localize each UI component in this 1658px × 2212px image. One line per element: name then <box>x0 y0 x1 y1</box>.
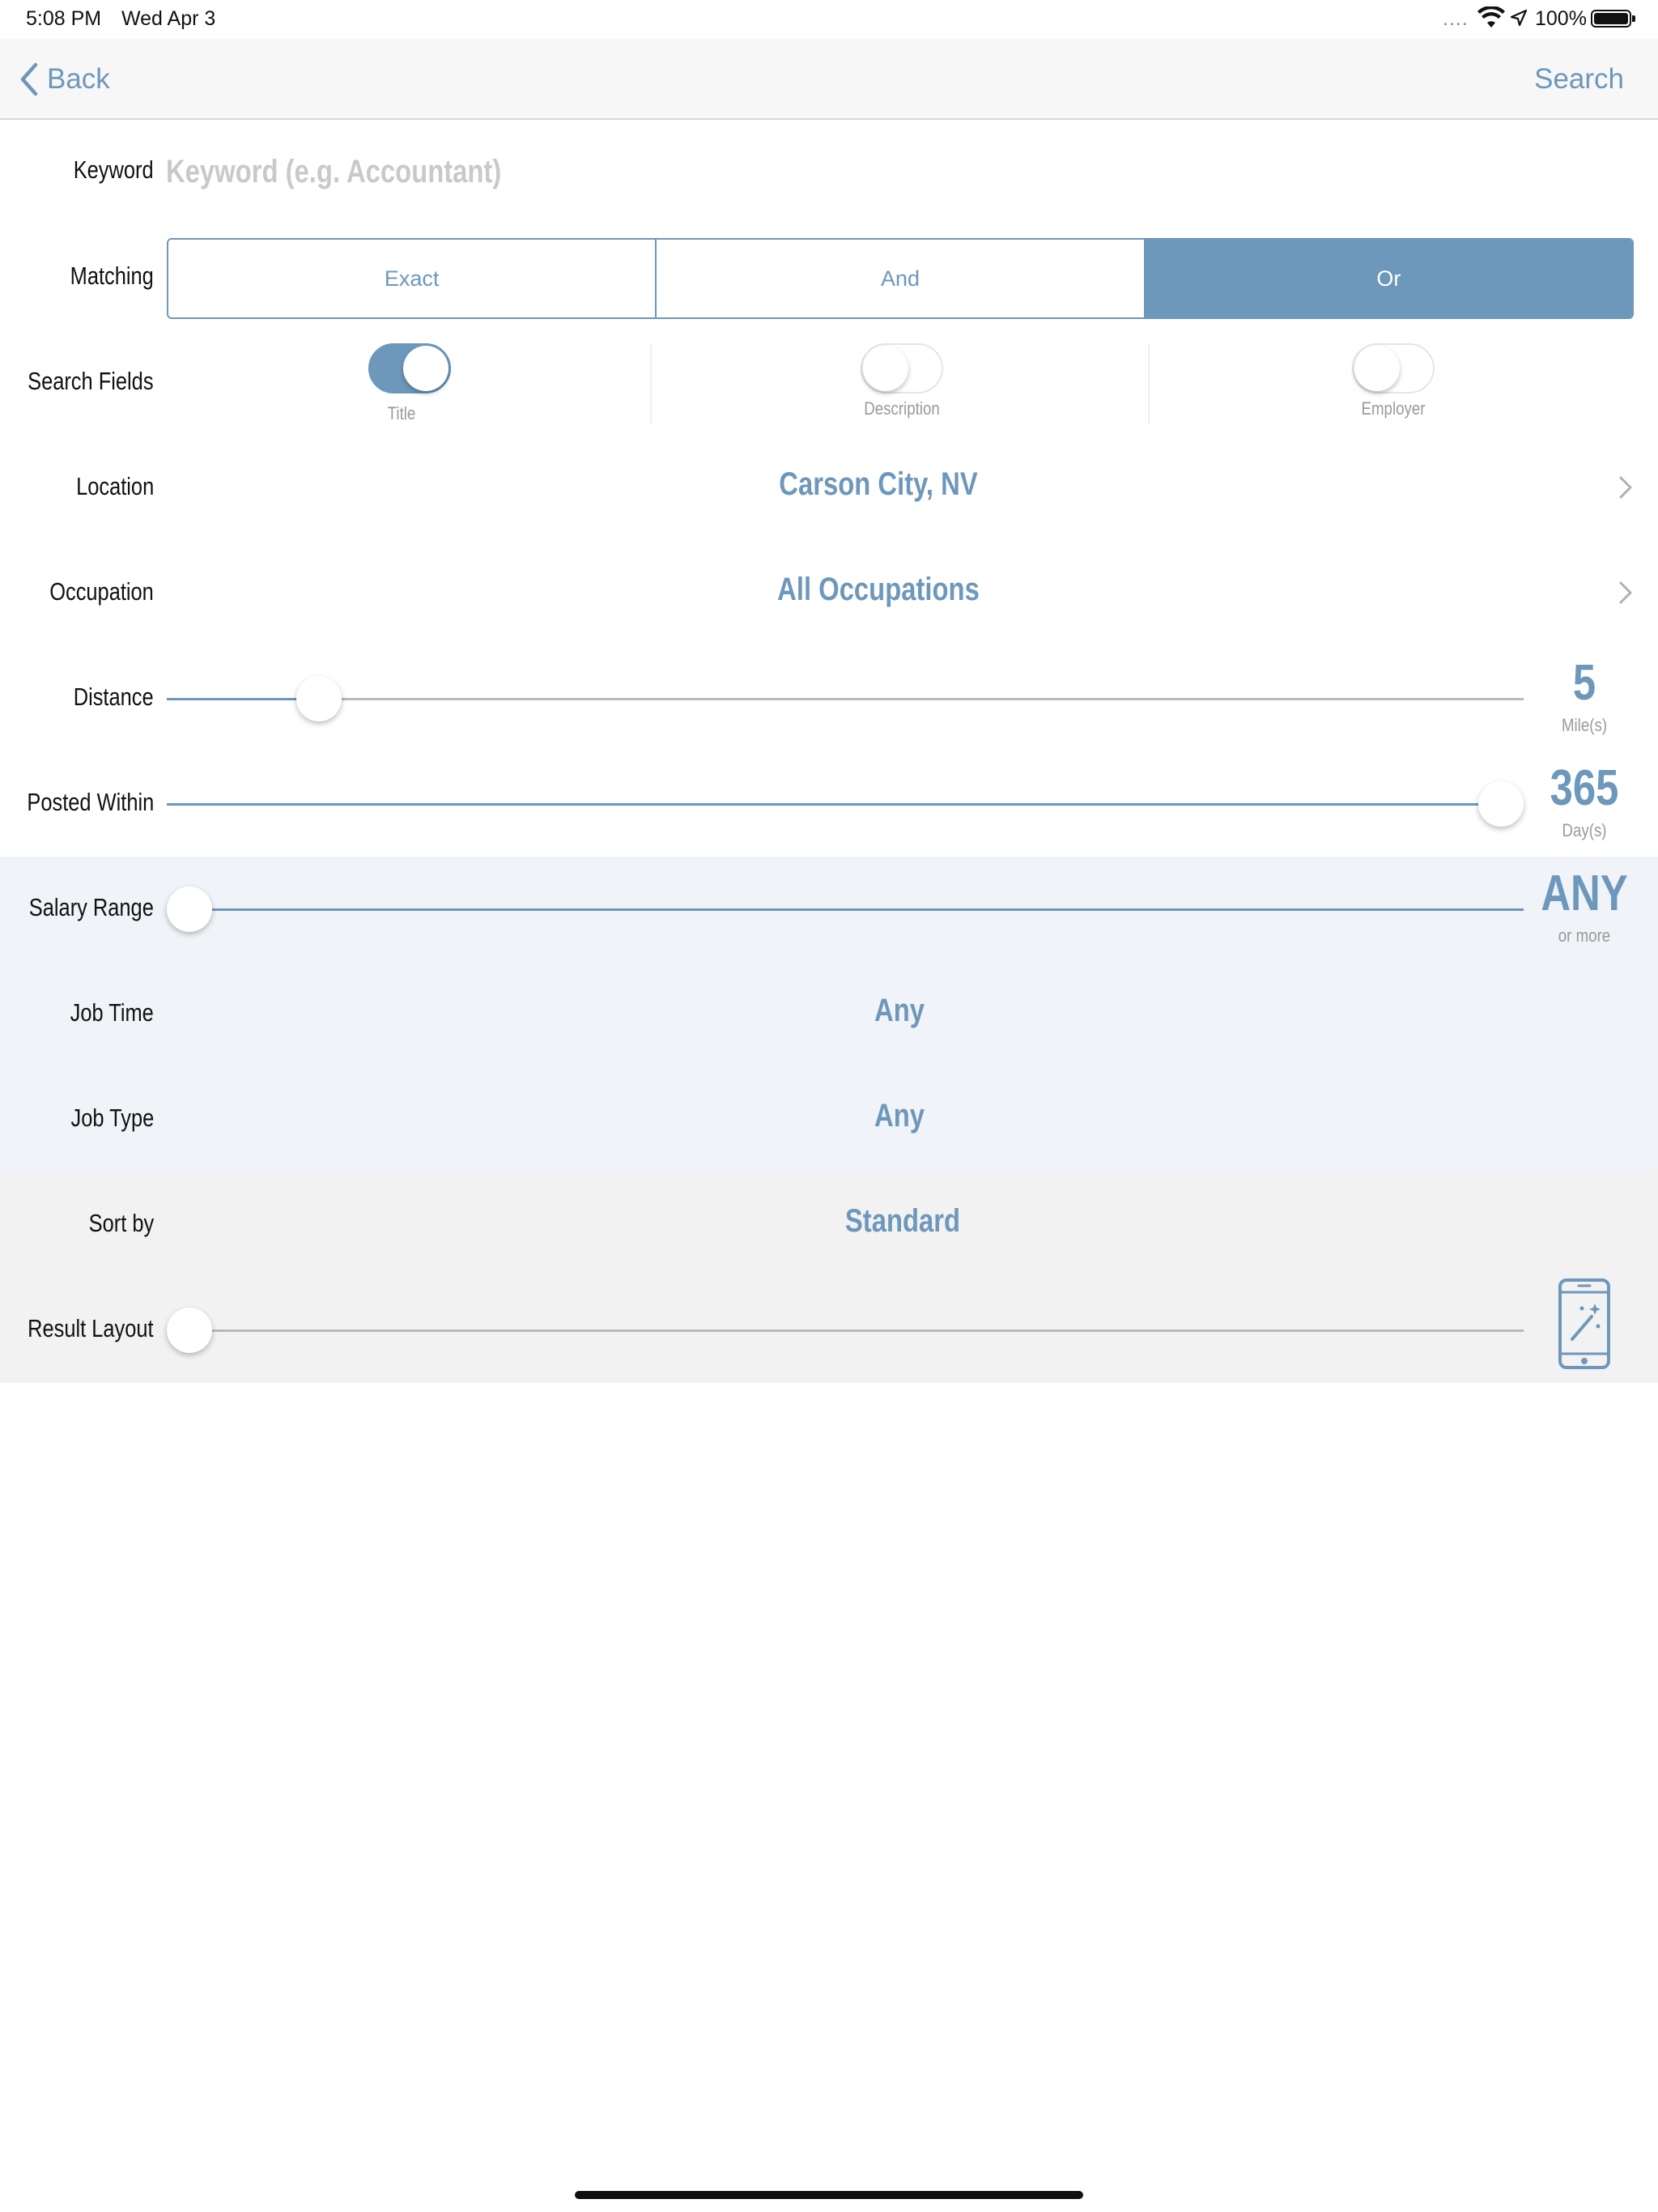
status-date: Wed Apr 3 <box>121 7 216 30</box>
posted-within-slider-thumb[interactable] <box>1478 781 1524 827</box>
job-time-value[interactable]: Any <box>298 993 1501 1029</box>
matching-option-exact[interactable]: Exact <box>168 240 657 317</box>
salary-range-slider-track[interactable] <box>167 908 1524 911</box>
location-arrow-icon <box>1510 9 1528 27</box>
matching-option-or[interactable]: Or <box>1145 240 1632 317</box>
chevron-right-icon[interactable] <box>1616 578 1635 607</box>
matching-option-and[interactable]: And <box>657 240 1146 317</box>
chevron-right-icon[interactable] <box>1616 473 1635 502</box>
result-layout-slider-track[interactable] <box>167 1329 1524 1332</box>
search-fields-label: Search Fields <box>28 367 154 395</box>
distance-unit: Mile(s) <box>1561 715 1608 735</box>
job-time-label: Job Time <box>70 998 154 1027</box>
back-button-label: Back <box>47 63 110 95</box>
salary-range-value: ANY <box>1541 866 1628 921</box>
back-button[interactable]: Back <box>18 60 110 99</box>
description-toggle[interactable] <box>861 343 943 393</box>
posted-within-label: Posted Within <box>27 788 154 816</box>
toggle-divider <box>1148 343 1150 424</box>
posted-within-slider-fill <box>167 803 1503 806</box>
title-toggle-label: Title <box>387 403 416 423</box>
battery-icon <box>1591 10 1635 28</box>
salary-range-slider-thumb[interactable] <box>167 887 212 932</box>
search-button[interactable]: Search <box>1534 63 1624 96</box>
home-indicator[interactable] <box>575 2191 1083 2199</box>
status-time: 5:08 PM <box>26 7 102 30</box>
title-toggle[interactable] <box>368 343 451 393</box>
status-bar: 5:08 PM Wed Apr 3 .... 100% <box>0 0 1658 39</box>
signal-dots: .... <box>1443 7 1469 30</box>
posted-within-slider-track[interactable] <box>167 803 1524 806</box>
keyword-label: Keyword <box>74 155 154 184</box>
employer-toggle-label: Employer <box>1361 398 1426 419</box>
distance-label: Distance <box>74 683 154 711</box>
sort-by-label: Sort by <box>88 1209 154 1237</box>
matching-label: Matching <box>70 262 154 290</box>
distance-slider-track[interactable] <box>167 698 1524 700</box>
matching-segmented-control: Exact And Or <box>167 238 1634 319</box>
battery-percent: 100% <box>1535 7 1587 30</box>
posted-within-unit: Day(s) <box>1562 820 1607 840</box>
toggle-divider <box>650 343 652 424</box>
sort-by-value[interactable]: Standard <box>299 1203 1507 1240</box>
salary-range-label: Salary Range <box>28 893 154 921</box>
navigation-bar: Back Search <box>0 39 1658 120</box>
occupation-label: Occupation <box>49 577 154 606</box>
wifi-icon <box>1477 6 1505 28</box>
result-layout-slider-thumb[interactable] <box>167 1308 212 1353</box>
distance-slider-thumb[interactable] <box>296 676 342 721</box>
description-toggle-label: Description <box>864 398 940 419</box>
posted-within-value: 365 <box>1550 760 1619 816</box>
result-layout-label: Result Layout <box>28 1314 154 1342</box>
location-label: Location <box>75 472 154 500</box>
occupation-value[interactable]: All Occupations <box>294 572 1462 608</box>
distance-value: 5 <box>1572 655 1596 711</box>
employer-toggle[interactable] <box>1352 343 1435 393</box>
keyword-input[interactable] <box>166 147 963 196</box>
job-type-value[interactable]: Any <box>298 1098 1501 1134</box>
chevron-left-icon <box>20 62 38 96</box>
job-type-label: Job Type <box>70 1104 154 1132</box>
salary-range-unit: or more <box>1558 925 1611 946</box>
location-value[interactable]: Carson City, NV <box>294 466 1462 503</box>
phone-magic-wand-icon <box>1558 1278 1610 1369</box>
